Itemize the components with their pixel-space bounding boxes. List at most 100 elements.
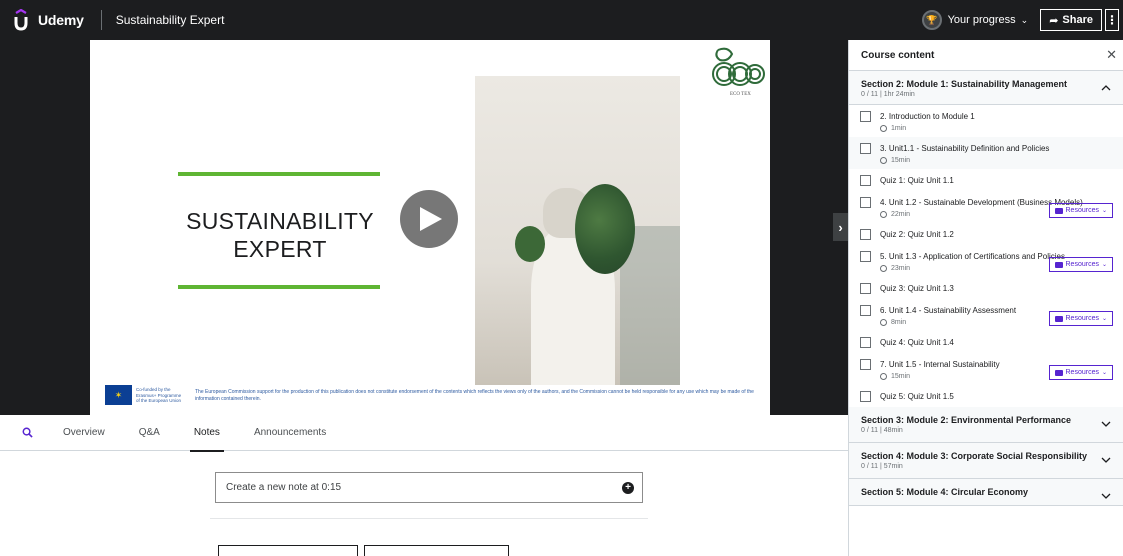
eu-funding-text: Co-funded by the Erasmus+ Programme of t… xyxy=(136,387,182,403)
lecture-title: Quiz 5: Quiz Unit 1.5 xyxy=(880,392,954,401)
tab-overview[interactable]: Overview xyxy=(63,415,105,451)
eco-tex-logo-text: ECO TEX xyxy=(730,92,751,97)
lecture-checkbox[interactable] xyxy=(860,359,871,370)
resources-button[interactable]: Resources ⌄ xyxy=(1048,203,1113,218)
vertical-dots-icon: ⋮ xyxy=(1106,13,1118,27)
chevron-down-icon xyxy=(1101,452,1111,463)
lecture-item[interactable]: Quiz 2: Quiz Unit 1.2 xyxy=(849,223,1123,245)
section-header-open[interactable]: Section 2: Module 1: Sustainability Mana… xyxy=(849,71,1123,105)
lectures-filter-select[interactable] xyxy=(218,545,358,556)
eco-tex-logo xyxy=(712,47,765,86)
lecture-checkbox[interactable] xyxy=(860,229,871,240)
section-title: Section 2: Module 1: Sustainability Mana… xyxy=(861,79,1068,89)
next-lecture-button[interactable]: › xyxy=(833,213,848,241)
lecture-item[interactable]: Quiz 4: Quiz Unit 1.4 xyxy=(849,331,1123,353)
lecture-item[interactable]: 7. Unit 1.5 - Internal Sustainability 15m… xyxy=(849,353,1123,385)
lecture-title: Quiz 4: Quiz Unit 1.4 xyxy=(880,338,954,347)
chevron-down-icon: ⌄ xyxy=(1101,370,1107,376)
lecture-list: 2. Introduction to Module 1 1min 3. Unit1.… xyxy=(849,105,1123,407)
video-player[interactable]: SUSTAINABILITY EXPERT ECO TEX ✶ Co-funde… xyxy=(0,40,848,415)
more-options-button[interactable]: ⋮ xyxy=(1105,9,1119,31)
resources-label: Resources xyxy=(1065,207,1099,214)
slide-accent-line-bottom xyxy=(178,285,380,289)
udemy-logo[interactable]: Udemy xyxy=(13,9,84,31)
play-icon xyxy=(420,207,442,231)
lecture-item[interactable]: Quiz 3: Quiz Unit 1.3 xyxy=(849,277,1123,299)
top-bar: Udemy Sustainability Expert 🏆 Your progr… xyxy=(0,0,1123,40)
chevron-down-icon: ⌄ xyxy=(1101,262,1107,268)
tab-announcements[interactable]: Announcements xyxy=(254,415,326,451)
progress-button[interactable]: 🏆 Your progress ⌄ xyxy=(921,10,1029,30)
course-title[interactable]: Sustainability Expert xyxy=(116,13,225,27)
create-note-input[interactable]: Create a new note at 0:15 + xyxy=(215,472,643,503)
lecture-checkbox[interactable] xyxy=(860,143,871,154)
lecture-duration-text: 1min xyxy=(891,125,907,132)
close-icon[interactable]: ✕ xyxy=(1106,47,1117,63)
lecture-duration: 15min xyxy=(880,157,1113,164)
sidebar-header: Course content ✕ xyxy=(849,40,1123,71)
lecture-item[interactable]: 5. Unit 1.3 - Application of Certificati… xyxy=(849,245,1123,277)
lecture-duration-text: 8min xyxy=(891,319,907,326)
share-icon: ➦ xyxy=(1049,14,1059,27)
lecture-item[interactable]: 4. Unit 1.2 - Sustainable Development (B… xyxy=(849,191,1123,223)
lecture-duration-text: 22min xyxy=(891,211,911,218)
resources-label: Resources xyxy=(1065,261,1099,268)
collapsed-sections: Section 3: Module 2: Environmental Perfo… xyxy=(849,407,1123,506)
slide-photo xyxy=(475,76,680,385)
section-meta: 0 / 11 | 48min xyxy=(861,427,903,434)
progress-label: Your progress xyxy=(947,14,1016,26)
lecture-checkbox[interactable] xyxy=(860,305,871,316)
sort-notes-select[interactable] xyxy=(364,545,509,556)
lecture-duration: 1min xyxy=(880,125,1113,132)
lecture-checkbox[interactable] xyxy=(860,391,871,402)
lecture-item[interactable]: 2. Introduction to Module 1 1min xyxy=(849,105,1123,137)
tab-qa[interactable]: Q&A xyxy=(139,415,160,451)
lecture-checkbox[interactable] xyxy=(860,251,871,262)
section-header-collapsed[interactable]: Section 5: Module 4: Circular Economy xyxy=(849,479,1123,506)
lecture-checkbox[interactable] xyxy=(860,175,871,186)
search-tab[interactable] xyxy=(22,427,46,438)
folder-icon xyxy=(1054,315,1063,322)
section-header-collapsed[interactable]: Section 3: Module 2: Environmental Perfo… xyxy=(849,407,1123,443)
share-button[interactable]: ➦ Share xyxy=(1040,9,1102,31)
trophy-icon: 🏆 xyxy=(921,10,942,30)
resources-button[interactable]: Resources ⌄ xyxy=(1048,311,1113,326)
folder-icon xyxy=(1054,369,1063,376)
section-meta: 0 / 11 | 1hr 24min xyxy=(861,91,915,98)
lecture-item[interactable]: 3. Unit1.1 - Sustainability Definition a… xyxy=(849,137,1123,169)
lecture-duration-text: 15min xyxy=(891,157,911,164)
slide-title-line1: SUSTAINABILITY xyxy=(186,208,374,234)
lecture-duration-text: 15min xyxy=(891,373,911,380)
slide-accent-line-top xyxy=(178,172,380,176)
lecture-title: 3. Unit1.1 - Sustainability Definition a… xyxy=(880,144,1050,153)
lecture-item[interactable]: 6. Unit 1.4 - Sustainability Assessment 8… xyxy=(849,299,1123,331)
section-meta: 0 / 11 | 57min xyxy=(861,463,903,470)
lecture-checkbox[interactable] xyxy=(860,197,871,208)
lecture-checkbox[interactable] xyxy=(860,283,871,294)
add-note-icon[interactable]: + xyxy=(622,482,634,494)
clock-icon xyxy=(880,265,887,272)
lecture-tabs: Overview Q&A Notes Announcements xyxy=(0,415,848,452)
tab-notes[interactable]: Notes xyxy=(189,415,225,452)
lecture-checkbox[interactable] xyxy=(860,337,871,348)
udemy-logo-icon xyxy=(14,9,28,31)
lecture-checkbox[interactable] xyxy=(860,111,871,122)
resources-button[interactable]: Resources ⌄ xyxy=(1048,365,1113,380)
play-button[interactable] xyxy=(400,190,458,248)
section-title: Section 4: Module 3: Corporate Social Re… xyxy=(861,451,1088,461)
chevron-up-icon xyxy=(1101,80,1111,91)
folder-icon xyxy=(1054,207,1063,214)
sidebar-title: Course content xyxy=(861,49,935,61)
chevron-right-icon: › xyxy=(838,219,843,235)
lecture-item[interactable]: Quiz 5: Quiz Unit 1.5 xyxy=(849,385,1123,407)
lecture-title: Quiz 1: Quiz Unit 1.1 xyxy=(880,176,954,185)
notes-divider xyxy=(210,518,648,519)
search-icon xyxy=(22,427,33,438)
chevron-down-icon: ⌄ xyxy=(1020,14,1029,25)
clock-icon xyxy=(880,157,887,164)
clock-icon xyxy=(880,211,887,218)
resources-button[interactable]: Resources ⌄ xyxy=(1048,257,1113,272)
lecture-item[interactable]: Quiz 1: Quiz Unit 1.1 xyxy=(849,169,1123,191)
slide-disclaimer: The European Commission support for the … xyxy=(195,389,754,402)
section-header-collapsed[interactable]: Section 4: Module 3: Corporate Social Re… xyxy=(849,443,1123,479)
